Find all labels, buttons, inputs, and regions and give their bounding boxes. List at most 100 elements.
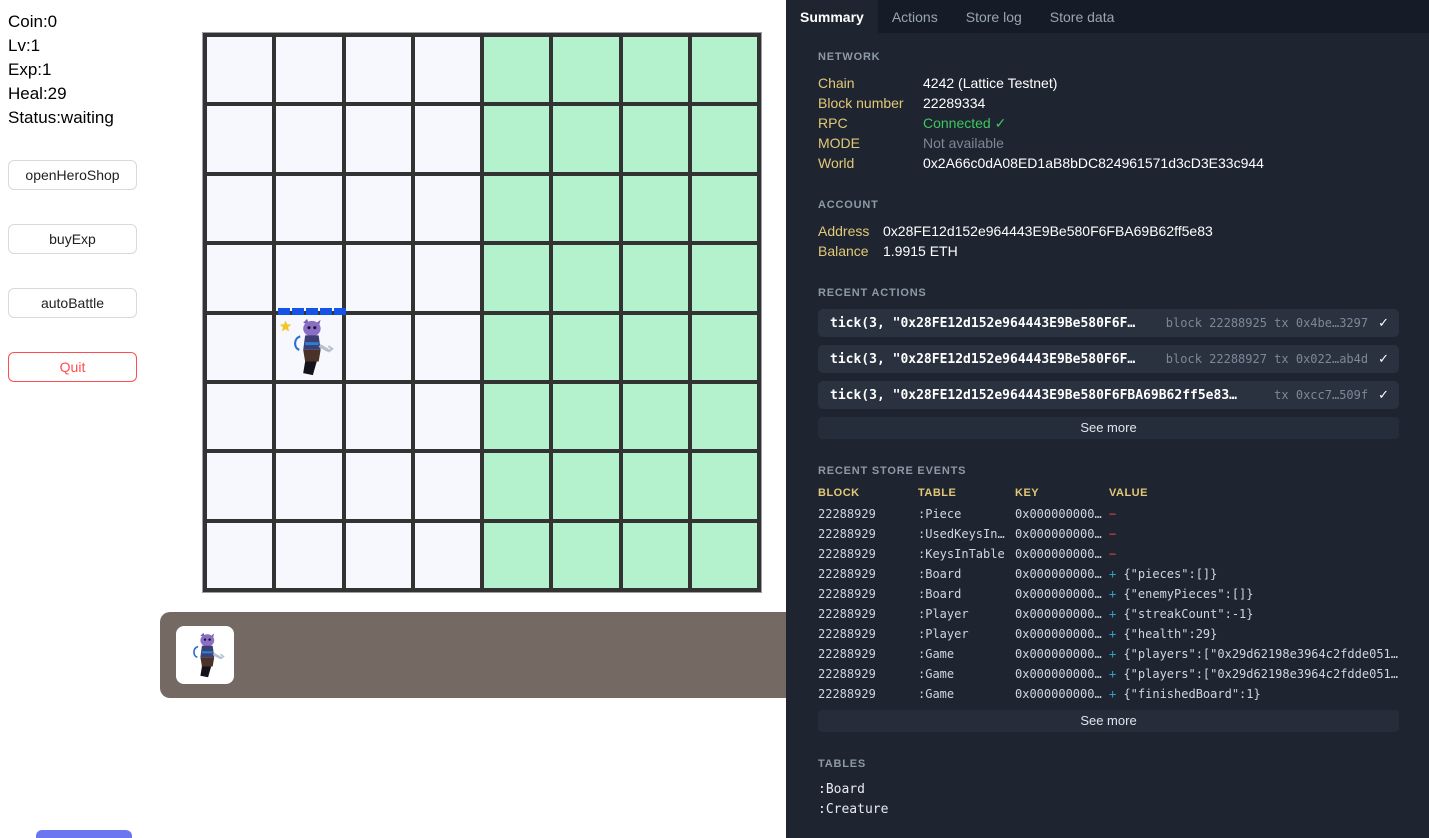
board-cell-r8-c3[interactable] [345,522,411,588]
board-cell-r4-c8[interactable] [691,245,757,311]
board-cell-r3-c8[interactable] [691,175,757,242]
game-board[interactable]: ★ [202,32,762,593]
board-cell-r8-c6[interactable] [553,522,619,588]
board-cell-r7-c7[interactable] [622,453,688,519]
board-cell-r5-c5[interactable] [484,314,550,380]
quit-button[interactable]: Quit [8,352,137,382]
board-cell-r3-c7[interactable] [622,175,688,242]
board-cell-r2-c6[interactable] [553,106,619,172]
store-events-see-more-button[interactable]: See more [818,710,1399,732]
board-cell-r2-c3[interactable] [345,106,411,172]
board-cell-r1-c1[interactable] [207,37,273,103]
tab-summary[interactable]: Summary [786,0,878,33]
board-cell-r6-c6[interactable] [553,383,619,450]
network-key-rpc: RPC [818,115,848,131]
board-cell-r6-c1[interactable] [207,383,273,450]
board-cell-r1-c8[interactable] [691,37,757,103]
board-cell-r4-c5[interactable] [484,245,550,311]
bench-bar[interactable] [160,612,820,698]
board-cell-r2-c5[interactable] [484,106,550,172]
store-event-row[interactable]: 22288929:Game 0x000000000… + {"finishedBoa… [818,684,1399,704]
board-cell-r1-c2[interactable] [276,37,342,103]
board-cell-r4-c1[interactable] [207,245,273,311]
board-cell-r8-c7[interactable] [622,522,688,588]
tab-store-data[interactable]: Store data [1036,0,1129,33]
board-cell-r6-c5[interactable] [484,383,550,450]
store-event-row[interactable]: 22288929:Board 0x000000000… + {"pieces":[]… [818,564,1399,584]
buy-exp-button[interactable]: buyExp [8,224,137,254]
board-cell-r2-c1[interactable] [207,106,273,172]
board-piece[interactable]: ★ [276,307,347,380]
board-cell-r4-c2[interactable] [276,245,342,311]
board-cell-r4-c4[interactable] [414,245,480,311]
board-cell-r1-c6[interactable] [553,37,619,103]
auto-battle-button[interactable]: autoBattle [8,288,137,318]
board-cell-r1-c3[interactable] [345,37,411,103]
board-cell-r7-c1[interactable] [207,453,273,519]
store-event-row[interactable]: 22288929:UsedKeysIn… 0x000000000… − [818,524,1399,544]
board-cell-r7-c2[interactable] [276,453,342,519]
network-value-rpc-status: Connected ✓ [923,115,1007,131]
board-cell-r6-c7[interactable] [622,383,688,450]
board-cell-r8-c4[interactable] [414,522,480,588]
table-item-board[interactable]: :Board [818,780,1399,800]
board-cell-r7-c4[interactable] [414,453,480,519]
board-cell-r5-c6[interactable] [553,314,619,380]
bottom-floating-button[interactable] [36,830,132,838]
board-cell-r6-c8[interactable] [691,383,757,450]
board-cell-r2-c8[interactable] [691,106,757,172]
recent-actions-see-more-button[interactable]: See more [818,417,1399,439]
board-cell-r4-c6[interactable] [553,245,619,311]
board-cell-r2-c4[interactable] [414,106,480,172]
board-cell-r6-c4[interactable] [414,383,480,450]
board-cell-r2-c2[interactable] [276,106,342,172]
store-event-row[interactable]: 22288929:Game 0x000000000… + {"players":["… [818,644,1399,664]
tab-store-log[interactable]: Store log [952,0,1036,33]
board-cell-r3-c6[interactable] [553,175,619,242]
board-cell-r4-c3[interactable] [345,245,411,311]
board-cell-r3-c3[interactable] [345,175,411,242]
action-row[interactable]: tick(3, "0x28FE12d152e964443E9Be580F6F… … [818,345,1399,373]
store-event-row[interactable]: 22288929:KeysInTable 0x000000000… − [818,544,1399,564]
network-row-rpc: RPC Connected ✓ [818,113,1399,133]
board-cell-r4-c7[interactable] [622,245,688,311]
board-cell-r7-c6[interactable] [553,453,619,519]
board-cell-r6-c2[interactable] [276,383,342,450]
board-cell-r5-c3[interactable] [345,314,411,380]
store-event-row[interactable]: 22288929:Game 0x000000000… + {"players":["… [818,664,1399,684]
board-cell-r5-c7[interactable] [622,314,688,380]
board-cell-r5-c2[interactable]: ★ [276,307,347,380]
open-hero-shop-button[interactable]: openHeroShop [8,160,137,190]
board-cell-r1-c5[interactable] [484,37,550,103]
check-icon: ✓ [1378,315,1389,330]
board-cell-r8-c1[interactable] [207,522,273,588]
board-cell-r3-c1[interactable] [207,175,273,242]
table-item-creature[interactable]: :Creature [818,800,1399,820]
action-row[interactable]: tick(3, "0x28FE12d152e964443E9Be580F6FBA… [818,381,1399,409]
board-cell-r5-c4[interactable] [414,314,480,380]
board-cell-r1-c7[interactable] [622,37,688,103]
board-cell-r8-c2[interactable] [276,522,342,588]
board-cell-r7-c3[interactable] [345,453,411,519]
board-cell-r5-c8[interactable] [691,314,757,380]
store-event-value: + {"enemyPieces":[]} [1109,587,1254,601]
board-cell-r5-c1[interactable] [207,314,273,380]
board-cell-r8-c8[interactable] [691,522,757,588]
store-event-row[interactable]: 22288929:Player 0x000000000… + {"health":2… [818,624,1399,644]
board-cell-r1-c4[interactable] [414,37,480,103]
board-cell-r3-c5[interactable] [484,175,550,242]
health-segment [306,307,319,315]
store-event-row[interactable]: 22288929:Piece 0x000000000… − [818,504,1399,524]
board-cell-r7-c5[interactable] [484,453,550,519]
board-cell-r3-c2[interactable] [276,175,342,242]
store-event-row[interactable]: 22288929:Board 0x000000000… + {"enemyPiece… [818,584,1399,604]
action-row[interactable]: tick(3, "0x28FE12d152e964443E9Be580F6F… … [818,309,1399,337]
tab-actions[interactable]: Actions [878,0,952,33]
bench-slot-0[interactable] [176,626,234,684]
board-cell-r3-c4[interactable] [414,175,480,242]
board-cell-r2-c7[interactable] [622,106,688,172]
board-cell-r6-c3[interactable] [345,383,411,450]
board-cell-r7-c8[interactable] [691,453,757,519]
store-event-row[interactable]: 22288929:Player 0x000000000… + {"streakCou… [818,604,1399,624]
board-cell-r8-c5[interactable] [484,522,550,588]
